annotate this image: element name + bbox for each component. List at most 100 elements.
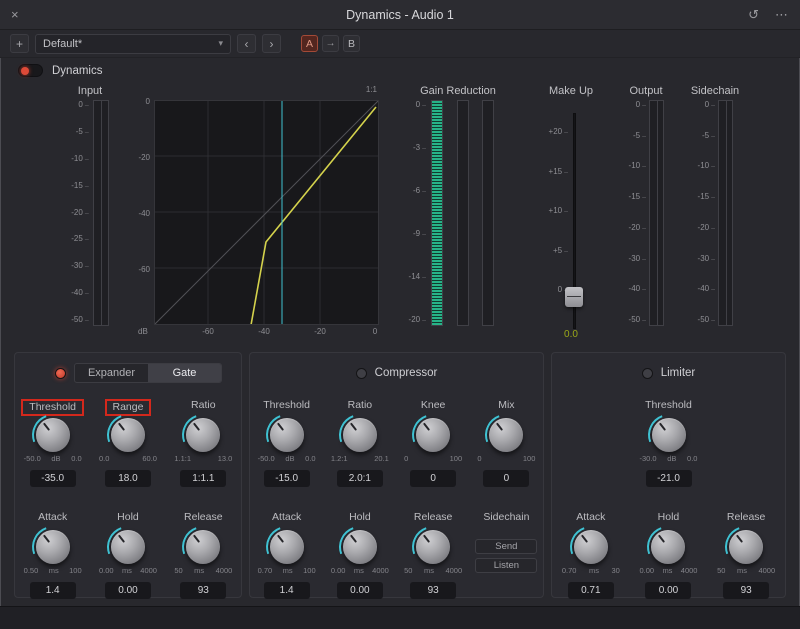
gate-threshold-value[interactable]: -35.0	[30, 470, 76, 487]
compressor-mix-knob[interactable]	[489, 418, 523, 452]
gate-ratio-knob[interactable]	[186, 418, 220, 452]
limiter-enable-led[interactable]	[642, 368, 653, 379]
limiter-attack-label: Attack	[555, 511, 627, 527]
sidechain-send-button[interactable]: Send	[475, 539, 537, 554]
gate-range-knob[interactable]	[111, 418, 145, 452]
add-preset-button[interactable]: +	[10, 34, 29, 53]
compare-a-button[interactable]: A	[301, 35, 318, 52]
scale-tick: -6	[413, 187, 426, 196]
tab-expander[interactable]: Expander	[75, 364, 148, 382]
compressor-release-knob[interactable]	[416, 530, 450, 564]
scale-tick: -15	[71, 182, 88, 191]
scale-tick: 0	[146, 97, 150, 106]
makeup-label: Make Up	[536, 85, 606, 99]
compressor-release-control: Release 50 ms 4000 93	[397, 511, 469, 599]
compressor-sidechain-label: Sidechain	[470, 511, 542, 527]
titlebar: × Dynamics - Audio 1 ↺ ⋯	[0, 0, 800, 30]
scale-tick: +20	[549, 128, 568, 137]
limiter-hold-label: Hold	[632, 511, 704, 527]
close-icon[interactable]: ×	[11, 7, 19, 22]
gate-release-label: Release	[167, 511, 239, 527]
limiter-threshold-knob[interactable]	[652, 418, 686, 452]
limiter-release-knob[interactable]	[729, 530, 763, 564]
min-label: 50	[174, 566, 182, 575]
input-meter-section: Input 0 -5 -10 -15 -20 -25 -30 -40 -50	[62, 85, 118, 326]
gate-threshold-knob[interactable]	[36, 418, 70, 452]
compressor-knee-knob[interactable]	[416, 418, 450, 452]
limiter-hold-control: Hold 0.00 ms 4000 0.00	[632, 511, 704, 599]
limiter-hold-knob[interactable]	[651, 530, 685, 564]
gate-ratio-label: Ratio	[167, 399, 239, 415]
gate-release-knob[interactable]	[186, 530, 220, 564]
gain-reduction-meter-3	[482, 100, 494, 326]
scale-tick: -15	[698, 193, 715, 202]
input-label: Input	[62, 85, 118, 99]
scale-tick: 0	[373, 327, 377, 336]
limiter-attack-value[interactable]: 0.71	[568, 582, 614, 599]
sidechain-meter-scale: 0 -5 -10 -15 -20 -30 -40 -50	[697, 100, 715, 326]
sidechain-listen-button[interactable]: Listen	[475, 558, 537, 573]
graph-y-scale: 0 -20 -40 -60	[134, 100, 154, 325]
transfer-curve-section: 1:1 0 -20 -40 -60 -60 -40 -20 0 dB	[134, 85, 379, 337]
next-preset-button[interactable]: ›	[262, 34, 281, 53]
limiter-label: Limiter	[661, 367, 696, 379]
compressor-enable-led[interactable]	[356, 368, 367, 379]
compare-b-button[interactable]: B	[343, 35, 360, 52]
min-label: -30.0	[640, 454, 657, 463]
gain-reduction-label: Gain Reduction	[408, 85, 508, 99]
compressor-attack-knob[interactable]	[270, 530, 304, 564]
compressor-threshold-value[interactable]: -15.0	[264, 470, 310, 487]
dynamics-enable-toggle[interactable]: Dynamics	[18, 64, 102, 77]
gate-range-value[interactable]: 18.0	[105, 470, 151, 487]
compressor-mix-label: Mix	[470, 399, 542, 415]
compressor-attack-value[interactable]: 1.4	[264, 582, 310, 599]
makeup-slider-handle[interactable]	[565, 287, 583, 307]
limiter-attack-knob[interactable]	[574, 530, 608, 564]
compressor-hold-knob[interactable]	[343, 530, 377, 564]
reset-history-icon[interactable]: ↺	[748, 7, 759, 23]
ratio-readout: 1:1	[366, 85, 377, 94]
max-label: 0.0	[687, 454, 697, 463]
compressor-hold-value[interactable]: 0.00	[337, 582, 383, 599]
compressor-ratio-value[interactable]: 2.0:1	[337, 470, 383, 487]
gate-hold-control: Hold 0.00 ms 4000 0.00	[92, 511, 164, 599]
gate-hold-value[interactable]: 0.00	[105, 582, 151, 599]
compressor-ratio-label: Ratio	[324, 399, 396, 415]
limiter-threshold-value[interactable]: -21.0	[646, 470, 692, 487]
limiter-release-value[interactable]: 93	[723, 582, 769, 599]
dynamics-led[interactable]	[18, 64, 43, 77]
scale-tick: -60	[138, 265, 150, 274]
preset-dropdown[interactable]: Default* ▾	[35, 34, 231, 54]
compressor-threshold-label: Threshold	[251, 399, 323, 415]
compressor-panel: Compressor Threshold -50.0 dB 0.0 -15.0 …	[249, 352, 544, 598]
gate-attack-knob[interactable]	[36, 530, 70, 564]
scale-tick: -10	[629, 162, 646, 171]
preset-bar: + Default* ▾ ‹ › A → B	[0, 30, 800, 58]
compressor-threshold-knob[interactable]	[270, 418, 304, 452]
gate-enable-led[interactable]	[55, 368, 66, 379]
gain-reduction-meter-2	[457, 100, 469, 326]
scale-tick: -30	[698, 255, 715, 264]
compressor-ratio-knob[interactable]	[343, 418, 377, 452]
scale-tick: -10	[71, 155, 88, 164]
limiter-hold-value[interactable]: 0.00	[645, 582, 691, 599]
compressor-release-value[interactable]: 93	[410, 582, 456, 599]
gate-release-value[interactable]: 93	[180, 582, 226, 599]
scale-tick: 0	[636, 101, 646, 110]
compressor-attack-control: Attack 0.70 ms 100 1.4	[251, 511, 323, 599]
min-label: 0.00	[99, 566, 114, 575]
max-label: 13.0	[218, 454, 233, 463]
gate-hold-knob[interactable]	[111, 530, 145, 564]
prev-preset-button[interactable]: ‹	[237, 34, 256, 53]
dynamics-curve-graph	[154, 100, 379, 325]
gate-ratio-value[interactable]: 1:1.1	[180, 470, 226, 487]
gate-attack-value[interactable]: 1.4	[30, 582, 76, 599]
compressor-mix-value[interactable]: 0	[483, 470, 529, 487]
scale-tick: -20	[409, 316, 426, 325]
scale-tick: -20	[314, 327, 326, 336]
copy-arrow-button[interactable]: →	[322, 35, 339, 52]
compressor-knee-value[interactable]: 0	[410, 470, 456, 487]
tab-gate[interactable]: Gate	[148, 364, 221, 382]
scale-tick: 0	[78, 101, 88, 110]
options-menu-icon[interactable]: ⋯	[775, 7, 788, 23]
